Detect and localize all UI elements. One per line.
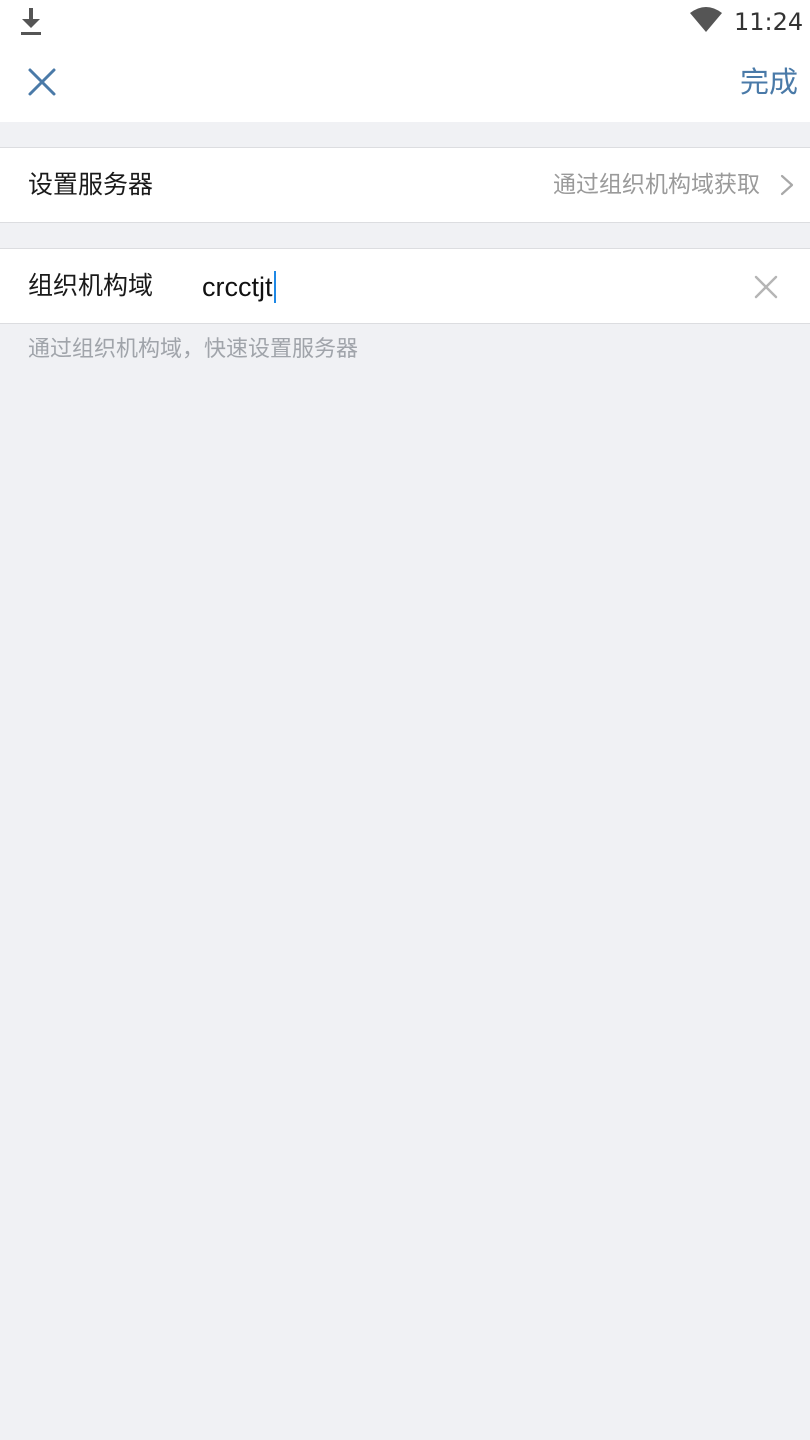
nav-bar: 完成 (0, 44, 810, 122)
chevron-right-icon (780, 174, 794, 196)
set-server-row[interactable]: 设置服务器 通过组织机构域获取 (0, 147, 810, 223)
org-domain-input-value: crcctjt (202, 272, 273, 302)
org-domain-row: 组织机构域 crcctjt (0, 248, 810, 324)
text-caret (273, 270, 276, 303)
org-domain-label: 组织机构域 (28, 271, 154, 300)
close-icon (28, 68, 56, 96)
download-icon (21, 8, 41, 35)
status-time: 11:24 (734, 8, 804, 36)
set-server-label: 设置服务器 (28, 170, 154, 199)
status-bar: 11:24 (0, 0, 810, 44)
clear-input-button[interactable] (752, 273, 780, 301)
set-server-value: 通过组织机构域获取 (553, 172, 760, 198)
org-domain-input[interactable]: crcctjt (202, 249, 276, 323)
screen: 11:24 完成 设置服务器 通过组织机构域获取 组织机构域 crcctjt 通… (0, 0, 810, 1440)
clear-icon (754, 275, 778, 299)
hint-text: 通过组织机构域，快速设置服务器 (28, 337, 359, 362)
wifi-icon (690, 7, 722, 32)
close-button[interactable] (22, 62, 62, 102)
done-button[interactable]: 完成 (740, 60, 798, 104)
